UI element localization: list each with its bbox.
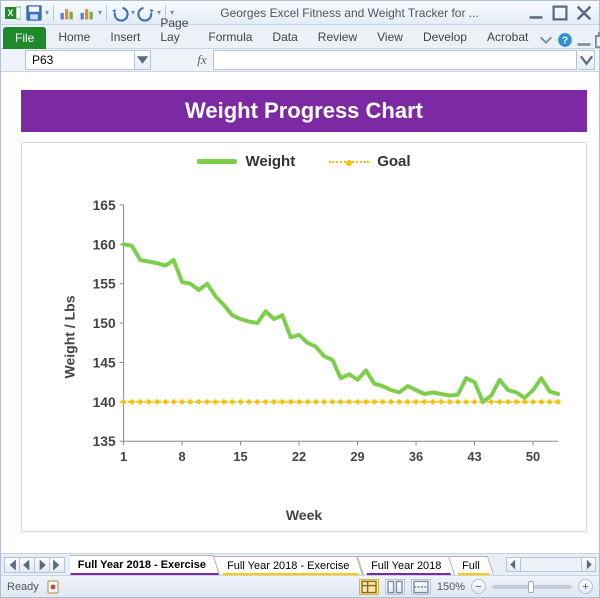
minimize-icon[interactable] [525,5,547,21]
doc-minimize-icon[interactable] [576,32,592,48]
excel-window: X ▾ ▾ ▾ ▾ ▾ Georges Excel Fitness and We… [0,0,600,598]
doc-restore-icon[interactable] [595,32,600,48]
status-bar: Ready 150% − + [1,575,599,597]
page-break-view-icon[interactable] [411,579,431,595]
sheet-tab-label: Full Year 2018 [371,560,441,572]
help-icon[interactable]: ? [557,32,573,48]
legend-goal-swatch [329,161,369,163]
sheet-tab-bar: Full Year 2018 - Exercise Full Year 2018 … [1,553,599,575]
sheet-tab[interactable]: Full Year 2018 - Exercise [70,555,220,575]
svg-text:X: X [7,8,13,18]
svg-text:8: 8 [179,449,186,464]
chart-object[interactable]: Weight Progress Chart Weight Goal Weight… [21,90,587,537]
svg-text:1: 1 [120,449,127,464]
qat-chart-icon-2[interactable] [78,4,96,22]
tab-review[interactable]: Review [308,25,367,48]
tab-develop[interactable]: Develop [413,25,477,48]
hscroll-left-icon[interactable] [506,557,521,572]
legend-goal-label: Goal [377,153,410,170]
legend-weight-swatch [197,159,237,164]
y-axis-label: Weight / Lbs [61,296,77,379]
maximize-icon[interactable] [549,5,571,21]
svg-text:150: 150 [93,315,116,331]
svg-text:145: 145 [93,354,116,370]
legend-weight-label: Weight [245,153,295,170]
zoom-in-icon[interactable]: + [578,579,593,594]
chart-legend: Weight Goal [22,143,586,170]
tab-pagelay[interactable]: Page Lay [150,11,198,48]
svg-text:15: 15 [233,449,247,464]
window-controls [525,5,595,21]
chart-body: Weight Goal Weight / Lbs Week 1351401451… [21,142,587,532]
sheet-tabs: Full Year 2018 - Exercise Full Year 2018 … [70,554,506,575]
svg-text:43: 43 [467,449,481,464]
tab-home[interactable]: Home [48,25,100,48]
sheet-tab[interactable]: Full Year 2018 [356,556,455,575]
tab-data[interactable]: Data [262,25,307,48]
sheet-tab-label: Full [462,560,480,572]
chart-title: Weight Progress Chart [21,90,587,132]
name-box[interactable]: P63 [25,50,135,70]
worksheet-area[interactable]: Weight Progress Chart Weight Goal Weight… [1,72,599,553]
svg-text:165: 165 [93,197,116,213]
svg-text:135: 135 [93,433,116,449]
undo-icon[interactable] [111,4,129,22]
title-bar: X ▾ ▾ ▾ ▾ ▾ Georges Excel Fitness and We… [1,1,599,25]
sheet-tab[interactable]: Full Year 2018 - Exercise [213,556,363,575]
excel-app-icon: X [5,5,21,21]
file-tab[interactable]: File [3,27,46,49]
tab-nav-prev-icon[interactable] [19,557,35,573]
tab-acrobat[interactable]: Acrobat [477,25,538,48]
svg-text:50: 50 [526,449,540,464]
save-icon[interactable] [25,4,43,22]
svg-text:29: 29 [350,449,364,464]
ribbon-minimize-icon[interactable] [538,32,554,48]
legend-goal: Goal [329,153,410,170]
x-axis-label: Week [22,507,586,523]
tab-view[interactable]: View [367,25,413,48]
svg-text:?: ? [562,35,568,46]
zoom-slider[interactable] [492,585,572,589]
qat-chart-icon-1[interactable] [58,4,76,22]
close-icon[interactable] [573,5,595,21]
normal-view-icon[interactable] [359,579,379,595]
fx-icon[interactable]: fx [191,52,213,68]
svg-text:155: 155 [93,276,116,292]
status-ready: Ready [7,581,39,593]
plot-area: 135 140 145 150 155 160 165 1 8 15 22 29 36 43 50 [92,193,566,471]
sheet-tab-label: Full Year 2018 - Exercise [78,559,206,571]
tab-formula[interactable]: Formula [198,25,262,48]
formula-bar: P63 fx [1,49,599,72]
hscroll-track[interactable] [521,557,581,572]
horizontal-scrollbar[interactable] [506,557,596,572]
sheet-tab[interactable]: Full [448,556,494,575]
zoom-level[interactable]: 150% [437,581,465,593]
macro-record-icon[interactable] [45,579,61,595]
zoom-slider-thumb[interactable] [528,581,534,593]
svg-text:140: 140 [93,394,116,410]
svg-text:160: 160 [93,236,116,252]
formula-bar-expand[interactable] [579,50,595,70]
tab-insert[interactable]: Insert [100,25,150,48]
zoom-out-icon[interactable]: − [471,579,486,594]
hscroll-right-icon[interactable] [581,557,596,572]
tab-nav [4,557,64,573]
page-layout-view-icon[interactable] [385,579,405,595]
tab-nav-last-icon[interactable] [49,557,65,573]
legend-weight: Weight [197,153,295,170]
formula-input[interactable] [213,50,577,70]
svg-text:36: 36 [409,449,423,464]
svg-text:22: 22 [292,449,306,464]
sheet-tab-label: Full Year 2018 - Exercise [227,560,349,572]
ribbon-tabs: File Home Insert Page Lay Formula Data R… [1,25,599,49]
tab-nav-first-icon[interactable] [4,557,20,573]
window-title: Georges Excel Fitness and Weight Tracker… [178,6,521,20]
tab-nav-next-icon[interactable] [34,557,50,573]
name-box-dropdown[interactable] [135,50,151,70]
